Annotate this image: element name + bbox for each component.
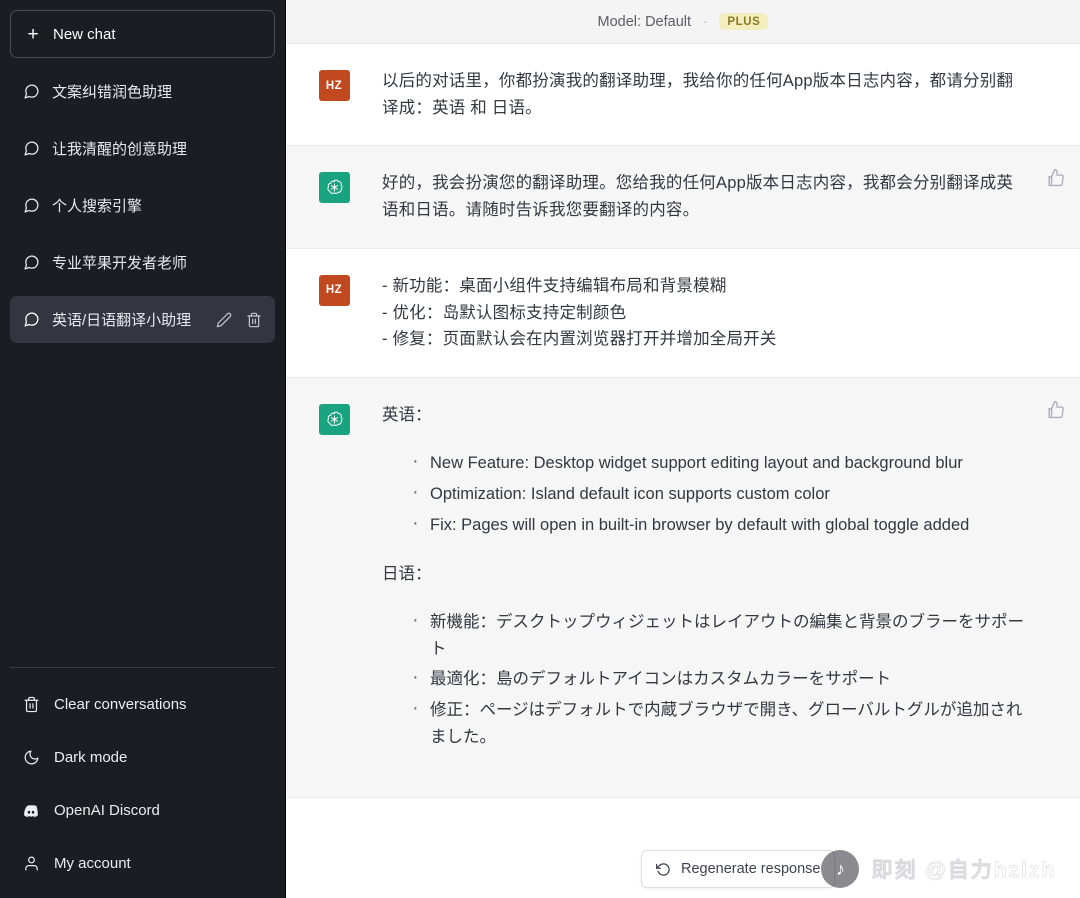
list-item: New Feature: Desktop widget support edit…	[410, 450, 1028, 477]
person-icon	[22, 855, 40, 873]
message-icon	[22, 140, 40, 158]
message-content: 好的，我会扮演您的翻译助理。您给我的任何App版本日志内容，我都会分别翻译成英语…	[382, 170, 1080, 223]
changelog-line-fix: - 修复：页面默认会在内置浏览器打开并增加全局开关	[382, 326, 1028, 353]
main-panel: Model: Default · PLUS HZ 以后的对话里，你都扮演我的翻译…	[286, 0, 1080, 898]
moon-icon	[22, 749, 40, 767]
avatar-user: HZ	[319, 275, 350, 306]
conversation-list: 文案纠错润色助理 让我清醒的创意助理 个人搜索引擎 专业苹果开发者老师	[8, 68, 277, 667]
avatar-column: HZ	[286, 273, 382, 353]
list-item: 修正：ページはデフォルトで内蔵ブラウザで開き、グローバルトグルが追加されました。	[410, 697, 1028, 750]
sidebar-footer-label: Dark mode	[54, 749, 127, 766]
list-item: 最適化：島のデフォルトアイコンはカスタムカラーをサポート	[410, 666, 1028, 693]
sidebar-item-my-account[interactable]: My account	[10, 837, 275, 890]
changelog-line-new-feature: - 新功能：桌面小组件支持编辑布局和背景模糊	[382, 273, 1028, 300]
conversation-title: 文案纠错润色助理	[52, 81, 263, 102]
message-row-user-2: HZ - 新功能：桌面小组件支持编辑布局和背景模糊 - 优化：岛默认图标支持定制…	[286, 249, 1080, 378]
avatar-column: HZ	[286, 68, 382, 121]
conversation-title: 个人搜索引擎	[52, 195, 263, 216]
message-content: - 新功能：桌面小组件支持编辑布局和背景模糊 - 优化：岛默认图标支持定制颜色 …	[382, 273, 1080, 353]
thumbs-up-icon[interactable]	[1046, 400, 1072, 426]
conversation-actions	[215, 311, 263, 329]
changelog-line-optimization: - 优化：岛默认图标支持定制颜色	[382, 300, 1028, 327]
sidebar-item-dark-mode[interactable]: Dark mode	[10, 731, 275, 784]
sidebar-item-conversation-3[interactable]: 个人搜索引擎	[10, 182, 275, 229]
new-chat-button[interactable]: + New chat	[10, 10, 275, 58]
regenerate-response-button[interactable]: Regenerate response	[641, 850, 835, 888]
list-item: 新機能：デスクトップウィジェットはレイアウトの編集と背景のブラーをサポート	[410, 609, 1028, 662]
chatgpt-app: + New chat 文案纠错润色助理 让我清醒的创意助理 个人搜索	[0, 0, 1080, 898]
openai-logo-icon	[325, 178, 344, 197]
avatar-column	[286, 402, 382, 773]
message-content: 以后的对话里，你都扮演我的翻译助理，我给你的任何App版本日志内容，都请分别翻译…	[382, 68, 1080, 121]
japanese-translation-list: 新機能：デスクトップウィジェットはレイアウトの編集と背景のブラーをサポート 最適…	[382, 609, 1028, 751]
edit-icon[interactable]	[215, 311, 233, 329]
message-content: 英语： New Feature: Desktop widget support …	[382, 402, 1080, 773]
message-paragraph: 好的，我会扮演您的翻译助理。您给我的任何App版本日志内容，我都会分别翻译成英语…	[382, 170, 1028, 223]
trash-icon	[22, 696, 40, 714]
sidebar-footer-label: OpenAI Discord	[54, 802, 160, 819]
sidebar-footer-label: Clear conversations	[54, 696, 187, 713]
list-item: Optimization: Island default icon suppor…	[410, 481, 1028, 508]
plus-icon: +	[25, 25, 41, 44]
sidebar-item-openai-discord[interactable]: OpenAI Discord	[10, 784, 275, 837]
conversation-thread: HZ 以后的对话里，你都扮演我的翻译助理，我给你的任何App版本日志内容，都请分…	[286, 44, 1080, 898]
refresh-icon	[654, 860, 672, 878]
message-icon	[22, 311, 40, 329]
trash-icon[interactable]	[245, 311, 263, 329]
conversation-title: 英语/日语翻译小助理	[52, 309, 203, 330]
message-row-assistant-1: 好的，我会扮演您的翻译助理。您给我的任何App版本日志内容，我都会分别翻译成英语…	[286, 146, 1080, 248]
english-section-heading: 英语：	[382, 402, 1028, 428]
message-row-user-1: HZ 以后的对话里，你都扮演我的翻译助理，我给你的任何App版本日志内容，都请分…	[286, 44, 1080, 146]
avatar-column	[286, 170, 382, 223]
message-paragraph: 以后的对话里，你都扮演我的翻译助理，我给你的任何App版本日志内容，都请分别翻译…	[382, 68, 1028, 121]
model-header: Model: Default · PLUS	[286, 0, 1080, 44]
thumbs-up-icon[interactable]	[1046, 168, 1072, 194]
avatar-assistant	[319, 172, 350, 203]
sidebar-footer-label: My account	[54, 855, 131, 872]
conversation-title: 让我清醒的创意助理	[52, 138, 263, 159]
conversation-title: 专业苹果开发者老师	[52, 252, 263, 273]
openai-logo-icon	[325, 410, 344, 429]
avatar-user: HZ	[319, 70, 350, 101]
sidebar-item-conversation-4[interactable]: 专业苹果开发者老师	[10, 239, 275, 286]
sidebar: + New chat 文案纠错润色助理 让我清醒的创意助理 个人搜索	[0, 0, 286, 898]
english-translation-list: New Feature: Desktop widget support edit…	[382, 450, 1028, 538]
discord-icon	[22, 802, 40, 820]
sidebar-item-conversation-5-selected[interactable]: 英语/日语翻译小助理	[10, 296, 275, 343]
avatar-assistant	[319, 404, 350, 435]
message-row-assistant-2: 英语： New Feature: Desktop widget support …	[286, 378, 1080, 798]
message-icon	[22, 197, 40, 215]
sidebar-item-conversation-1[interactable]: 文案纠错润色助理	[10, 68, 275, 115]
japanese-section-heading: 日语：	[382, 561, 1028, 587]
list-item: Fix: Pages will open in built-in browser…	[410, 512, 1028, 539]
sidebar-item-clear-conversations[interactable]: Clear conversations	[10, 678, 275, 731]
status-badge-plus: PLUS	[719, 13, 768, 30]
model-label: Model: Default	[598, 14, 692, 30]
separator-dot: ·	[703, 14, 707, 29]
message-icon	[22, 254, 40, 272]
sidebar-footer: Clear conversations Dark mode OpenAI Dis…	[10, 667, 275, 890]
sidebar-item-conversation-2[interactable]: 让我清醒的创意助理	[10, 125, 275, 172]
regenerate-response-label: Regenerate response	[681, 861, 820, 877]
new-chat-label: New chat	[53, 26, 116, 43]
message-icon	[22, 83, 40, 101]
